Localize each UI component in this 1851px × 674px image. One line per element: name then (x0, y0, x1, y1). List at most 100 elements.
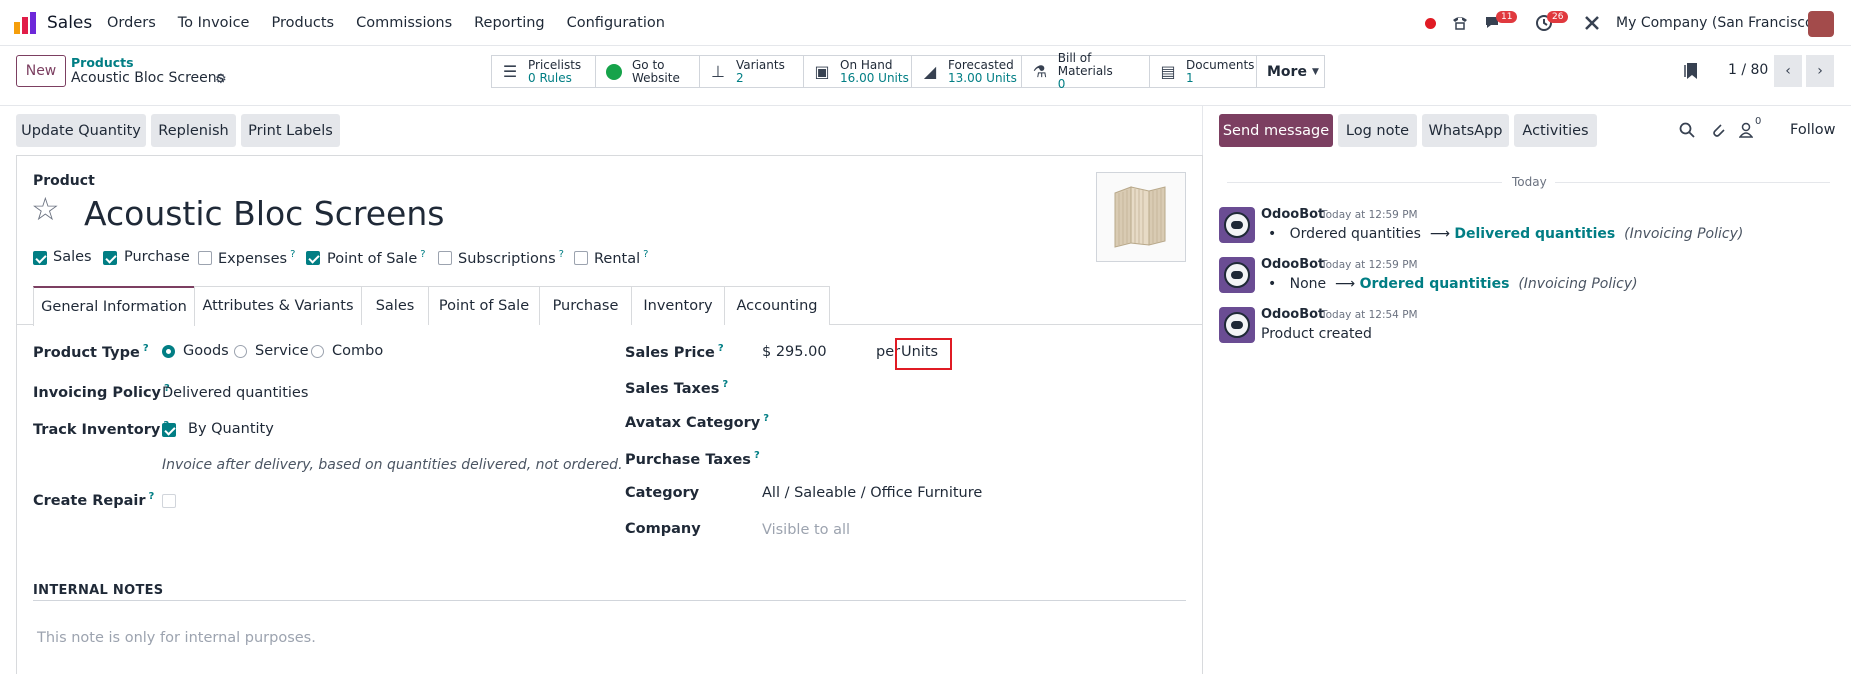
print-labels-button[interactable]: Print Labels (241, 114, 340, 147)
company-switcher[interactable]: My Company (San Francisco) (1616, 15, 1819, 31)
list-icon: ☰ (502, 62, 518, 81)
activities-button[interactable]: Activities (1514, 114, 1597, 147)
message-author[interactable]: OdooBot (1261, 207, 1324, 222)
gear-icon[interactable]: ⚙ (215, 72, 227, 87)
product-name-field[interactable]: Acoustic Bloc Screens (84, 194, 444, 233)
menu-to-invoice[interactable]: To Invoice (178, 15, 250, 31)
variants-smart-button[interactable]: ⊥ Variants 2 (699, 55, 804, 88)
purchase-flag-label: Purchase (124, 249, 190, 265)
recording-dot-icon[interactable] (1425, 18, 1436, 29)
send-message-button[interactable]: Send message (1219, 114, 1333, 147)
help-icon[interactable]: ? (763, 413, 769, 424)
track-inventory-checkbox[interactable] (162, 423, 176, 437)
pricelists-smart-button[interactable]: ☰ Pricelists 0 Rules (491, 55, 596, 88)
message-author[interactable]: OdooBot (1261, 307, 1324, 322)
replenish-button[interactable]: Replenish (151, 114, 236, 147)
highlight-box (895, 338, 952, 370)
tab-point-of-sale[interactable]: Point of Sale (428, 286, 540, 325)
rental-checkbox[interactable] (574, 251, 588, 265)
tab-purchase[interactable]: Purchase (539, 286, 632, 325)
smart-value: 16.00 Units (840, 70, 909, 85)
new-button[interactable]: New (16, 55, 66, 87)
company-field[interactable]: Visible to all (762, 522, 850, 538)
invoicing-policy-field[interactable]: Delivered quantities (162, 385, 308, 401)
app-name[interactable]: Sales (47, 13, 92, 33)
tools-icon[interactable] (1584, 15, 1600, 31)
point-of-sale-checkbox[interactable] (306, 251, 320, 265)
tab-inventory[interactable]: Inventory (631, 286, 725, 325)
documents-smart-button[interactable]: ▤ Documents 1 (1149, 55, 1257, 88)
help-icon[interactable]: ? (722, 379, 728, 390)
category-field[interactable]: All / Saleable / Office Furniture (762, 485, 982, 501)
paperclip-icon[interactable] (1710, 121, 1726, 138)
activities-badge: 26 (1547, 11, 1569, 23)
star-icon[interactable]: ☆ (31, 193, 60, 225)
tab-attributes-variants[interactable]: Attributes & Variants (194, 286, 362, 325)
bom-smart-button[interactable]: ⚗ Bill of Materials 0 (1021, 52, 1150, 91)
sales-app-icon[interactable] (14, 12, 38, 34)
tracking-change: • None ⟶ Ordered quantities (Invoicing P… (1268, 276, 1638, 292)
control-panel-divider (0, 105, 1851, 106)
tab-general-information[interactable]: General Information (33, 286, 195, 326)
smart-label: On Hand (840, 57, 893, 72)
whatsapp-button[interactable]: WhatsApp (1422, 114, 1509, 147)
message-time: Today at 12:59 PM (1321, 259, 1418, 271)
sales-taxes-label: Sales Taxes? (625, 379, 729, 397)
chevron-right-icon: › (1817, 63, 1823, 79)
product-type-combo-radio[interactable] (311, 345, 324, 358)
tab-accounting[interactable]: Accounting (724, 286, 830, 325)
forecasted-smart-button[interactable]: ◢ Forecasted 13.00 Units (911, 55, 1022, 88)
purchase-checkbox[interactable] (103, 251, 117, 265)
sales-price-field[interactable]: $ 295.00 (762, 344, 827, 360)
website-smart-button[interactable]: Go to Website (595, 55, 700, 88)
internal-notes-field[interactable]: This note is only for internal purposes. (37, 630, 316, 646)
help-icon[interactable]: ? (149, 491, 155, 502)
messages-badge: 11 (1496, 11, 1518, 23)
help-icon[interactable]: ? (420, 249, 425, 260)
sales-checkbox[interactable] (33, 251, 47, 265)
help-icon[interactable]: ? (643, 249, 648, 260)
odoobot-avatar[interactable] (1219, 207, 1255, 243)
more-smart-button[interactable]: More ▼ (1256, 55, 1325, 88)
help-icon[interactable]: ? (559, 249, 564, 260)
avatax-category-label: Avatax Category? (625, 413, 770, 431)
help-icon[interactable]: ? (718, 343, 724, 354)
help-icon[interactable]: ? (143, 343, 149, 354)
on-hand-smart-button[interactable]: ▣ On Hand 16.00 Units (803, 55, 912, 88)
product-type-service-radio[interactable] (234, 345, 247, 358)
expenses-checkbox[interactable] (198, 251, 212, 265)
update-quantity-button[interactable]: Update Quantity (16, 114, 146, 147)
phone-icon[interactable] (1451, 14, 1469, 32)
product-type-service-label: Service (255, 343, 309, 359)
product-image[interactable] (1096, 172, 1186, 262)
message-author[interactable]: OdooBot (1261, 257, 1324, 272)
tab-sales[interactable]: Sales (361, 286, 429, 325)
odoobot-avatar[interactable] (1219, 257, 1255, 293)
product-type-goods-radio[interactable] (162, 345, 175, 358)
search-icon[interactable] (1679, 122, 1695, 138)
breadcrumb-products[interactable]: Products (71, 55, 134, 70)
user-avatar[interactable] (1808, 11, 1834, 37)
log-note-button[interactable]: Log note (1338, 114, 1417, 147)
menu-orders[interactable]: Orders (107, 15, 156, 31)
menu-products[interactable]: Products (271, 15, 334, 31)
internal-notes-heading: INTERNAL NOTES (33, 583, 164, 598)
tracking-by-quantity-field[interactable]: By Quantity (188, 421, 274, 437)
pager-next-button[interactable]: › (1806, 55, 1834, 87)
bookmark-icon[interactable] (1684, 62, 1698, 80)
odoobot-avatar[interactable] (1219, 307, 1255, 343)
help-icon[interactable]: ? (290, 249, 295, 260)
pager-previous-button[interactable]: ‹ (1774, 55, 1802, 87)
followers-icon[interactable] (1739, 122, 1753, 138)
more-label: More (1267, 63, 1307, 80)
pager-value[interactable]: 1 / 80 (1728, 62, 1768, 78)
follow-button[interactable]: Follow (1790, 122, 1835, 138)
create-repair-label: Create Repair? (33, 491, 155, 509)
menu-commissions[interactable]: Commissions (356, 15, 452, 31)
help-icon[interactable]: ? (754, 450, 760, 461)
smart-label: Variants (736, 57, 785, 72)
subscriptions-checkbox[interactable] (438, 251, 452, 265)
menu-configuration[interactable]: Configuration (567, 15, 665, 31)
menu-reporting[interactable]: Reporting (474, 15, 545, 31)
create-repair-checkbox[interactable] (162, 494, 176, 508)
